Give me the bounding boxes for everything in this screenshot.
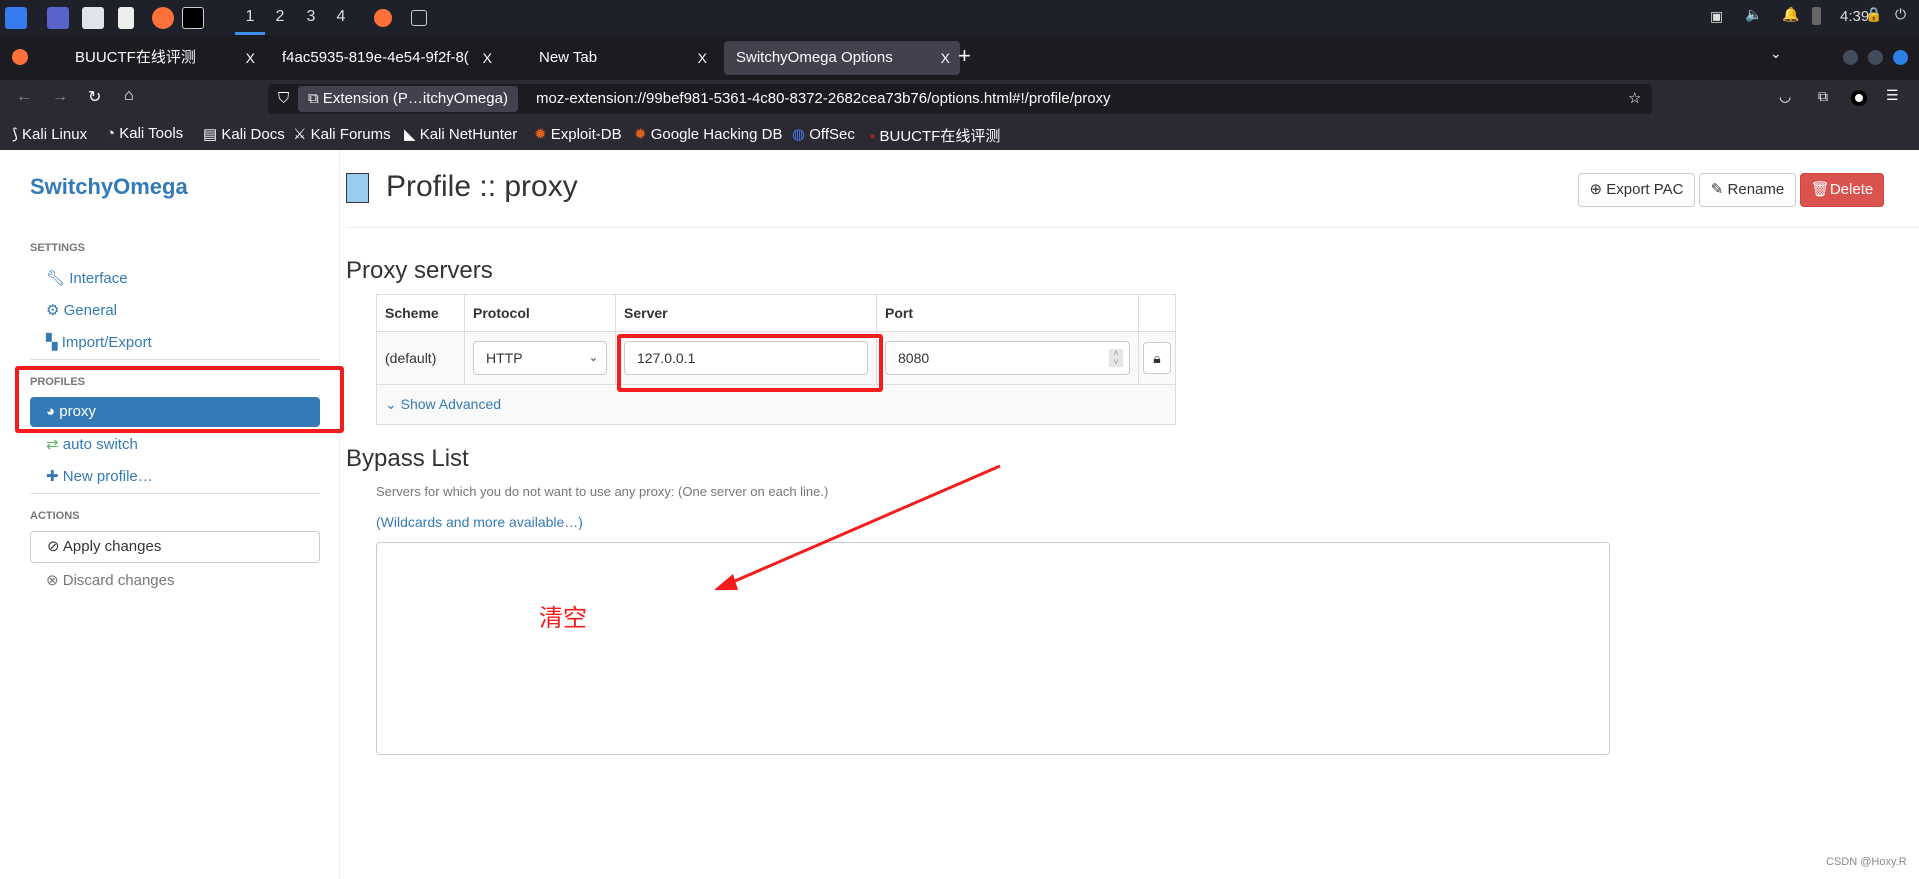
watermark: CSDN @Hoxy.R: [1826, 856, 1907, 868]
annotation-arrow: [714, 464, 1001, 590]
annotation-text: 清空: [539, 605, 587, 632]
